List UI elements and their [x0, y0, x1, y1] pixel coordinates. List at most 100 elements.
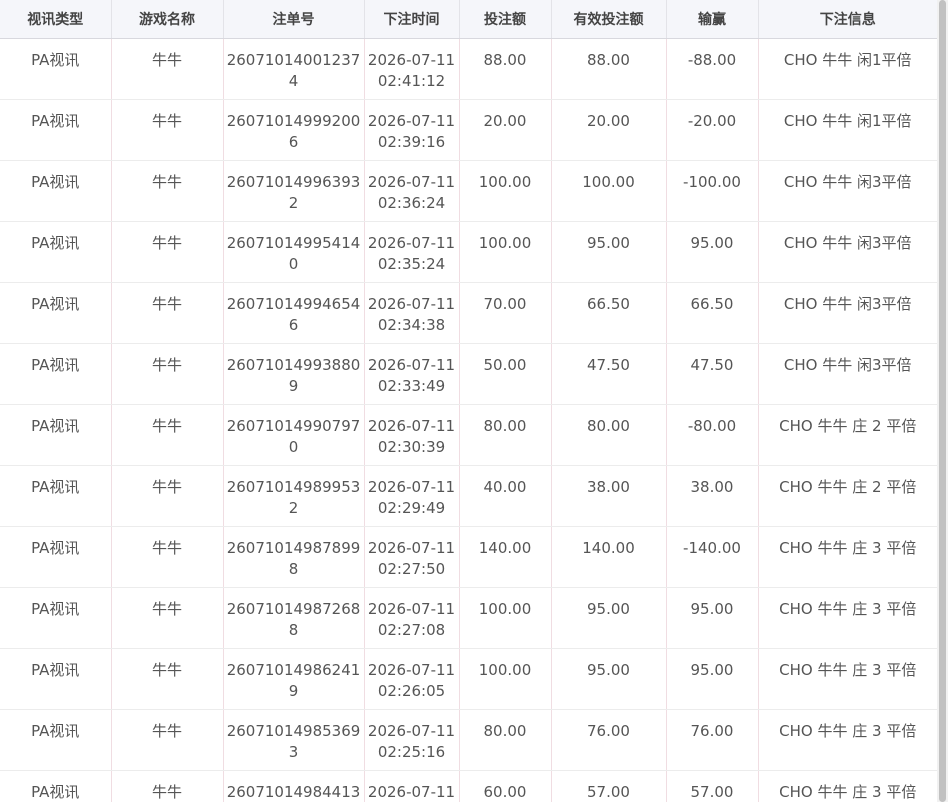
cell-valid-bet: 20.00: [551, 99, 667, 161]
cell-bet-id: 260710149946546: [223, 282, 365, 344]
cell-bet-time-text: 2026-07-11 02:41:12: [367, 51, 456, 90]
cell-game-name: 牛牛: [111, 99, 224, 161]
table-row: PA视讯 牛牛 260710149907970 2026-07-11 02:30:39…: [0, 404, 937, 466]
cell-game-name: 牛牛: [111, 282, 224, 344]
cell-bet-info-text: CHO 牛牛 闲3平倍: [783, 356, 912, 374]
cell-bet-info: CHO 牛牛 闲3平倍: [758, 221, 937, 283]
cell-bet-amount: 20.00: [459, 99, 552, 161]
cell-video-type-text: PA视讯: [31, 478, 80, 496]
cell-valid-bet: 80.00: [551, 404, 667, 466]
cell-video-type: PA视讯: [0, 709, 112, 771]
cell-bet-info: CHO 牛牛 庄 3 平倍: [758, 587, 937, 649]
bet-records-table-container: 视讯类型 游戏名称 注单号 下注时间 投注额 有效投注额 输赢 下注信息 PA视…: [0, 0, 937, 802]
cell-game-name: 牛牛: [111, 465, 224, 527]
cell-bet-amount-text: 60.00: [483, 783, 527, 801]
cell-video-type-text: PA视讯: [31, 722, 80, 740]
cell-valid-bet-text: 95.00: [587, 600, 630, 618]
cell-bet-amount: 100.00: [459, 587, 552, 649]
cell-game-name: 牛牛: [111, 526, 224, 588]
cell-bet-id-text: 260710149954140: [226, 234, 361, 273]
cell-win-loss-text: 47.50: [690, 356, 734, 374]
cell-video-type: PA视讯: [0, 587, 112, 649]
cell-video-type: PA视讯: [0, 38, 112, 100]
cell-valid-bet-text: 66.50: [587, 295, 630, 313]
cell-win-loss: 66.50: [666, 282, 759, 344]
cell-bet-time-text: 2026-07-11 02:26:05: [367, 661, 456, 700]
cell-bet-info-text: CHO 牛牛 闲1平倍: [783, 51, 912, 69]
cell-bet-info-text: CHO 牛牛 庄 2 平倍: [779, 417, 917, 435]
cell-game-name-text: 牛牛: [151, 539, 182, 557]
cell-bet-id: 260710149992006: [223, 99, 365, 161]
cell-valid-bet-text: 20.00: [587, 112, 630, 130]
cell-valid-bet: 140.00: [551, 526, 667, 588]
cell-game-name: 牛牛: [111, 343, 224, 405]
cell-bet-time: 2026-07-11 02:29:49: [364, 465, 460, 527]
cell-bet-time: 2026-07-11: [364, 770, 460, 802]
cell-bet-amount-text: 50.00: [483, 356, 527, 374]
cell-bet-id: 260710149938809: [223, 343, 365, 405]
cell-video-type-text: PA视讯: [31, 173, 80, 191]
bet-records-table: 视讯类型 游戏名称 注单号 下注时间 投注额 有效投注额 输赢 下注信息 PA视…: [0, 0, 937, 802]
cell-game-name-text: 牛牛: [151, 722, 182, 740]
cell-game-name: 牛牛: [111, 221, 224, 283]
cell-win-loss-text: 66.50: [690, 295, 734, 313]
cell-bet-info: CHO 牛牛 庄 2 平倍: [758, 404, 937, 466]
cell-bet-info: CHO 牛牛 庄 3 平倍: [758, 770, 937, 802]
cell-bet-info: CHO 牛牛 闲3平倍: [758, 343, 937, 405]
cell-bet-info: CHO 牛牛 闲1平倍: [758, 99, 937, 161]
cell-bet-amount: 100.00: [459, 221, 552, 283]
column-header-bet-time: 下注时间: [364, 0, 460, 39]
column-header-bet-info: 下注信息: [758, 0, 937, 39]
cell-bet-amount-text: 88.00: [483, 51, 527, 69]
cell-win-loss-text: 95.00: [690, 600, 734, 618]
cell-win-loss: 38.00: [666, 465, 759, 527]
vertical-scrollbar[interactable]: [937, 0, 948, 802]
cell-bet-amount-text: 100.00: [478, 600, 532, 618]
cell-valid-bet: 100.00: [551, 160, 667, 222]
cell-bet-time-text: 2026-07-11 02:30:39: [367, 417, 456, 456]
cell-bet-id-text: 260710149878998: [226, 539, 361, 578]
cell-valid-bet-text: 57.00: [587, 783, 630, 801]
cell-bet-amount: 80.00: [459, 404, 552, 466]
cell-video-type: PA视讯: [0, 221, 112, 283]
cell-bet-amount: 40.00: [459, 465, 552, 527]
cell-bet-info-text: CHO 牛牛 闲1平倍: [783, 112, 912, 130]
cell-bet-time-text: 2026-07-11 02:27:08: [367, 600, 456, 639]
cell-game-name-text: 牛牛: [151, 234, 182, 252]
cell-bet-id: 260710149862419: [223, 648, 365, 710]
cell-win-loss-text: -80.00: [687, 417, 737, 435]
cell-bet-time-text: 2026-07-11 02:27:50: [367, 539, 456, 578]
cell-game-name: 牛牛: [111, 770, 224, 802]
cell-valid-bet: 95.00: [551, 648, 667, 710]
table-row: PA视讯 牛牛 26071014984413 2026-07-11 60.00 57.00…: [0, 770, 937, 802]
cell-video-type-text: PA视讯: [31, 356, 80, 374]
table-row: PA视讯 牛牛 260710149853693 2026-07-11 02:25:16…: [0, 709, 937, 771]
cell-game-name-text: 牛牛: [151, 173, 182, 191]
cell-bet-info-text: CHO 牛牛 庄 3 平倍: [779, 661, 917, 679]
cell-video-type-text: PA视讯: [31, 295, 80, 313]
cell-bet-id: 260710149899532: [223, 465, 365, 527]
cell-win-loss: 76.00: [666, 709, 759, 771]
cell-bet-info: CHO 牛牛 闲3平倍: [758, 160, 937, 222]
header-row: 视讯类型 游戏名称 注单号 下注时间 投注额 有效投注额 输赢 下注信息: [0, 0, 937, 39]
cell-bet-id-text: 260710149872688: [226, 600, 361, 639]
cell-win-loss: 57.00: [666, 770, 759, 802]
cell-bet-info-text: CHO 牛牛 庄 2 平倍: [779, 478, 917, 496]
cell-bet-id: 260710149954140: [223, 221, 365, 283]
scrollbar-thumb[interactable]: [939, 0, 946, 802]
cell-bet-time-text: 2026-07-11 02:33:49: [367, 356, 456, 395]
cell-bet-amount: 140.00: [459, 526, 552, 588]
cell-game-name: 牛牛: [111, 160, 224, 222]
cell-valid-bet: 88.00: [551, 38, 667, 100]
cell-bet-time: 2026-07-11 02:33:49: [364, 343, 460, 405]
cell-valid-bet: 66.50: [551, 282, 667, 344]
cell-win-loss-text: 95.00: [690, 234, 734, 252]
cell-bet-info-text: CHO 牛牛 庄 3 平倍: [779, 783, 917, 801]
cell-win-loss-text: 95.00: [690, 661, 734, 679]
cell-bet-info: CHO 牛牛 闲3平倍: [758, 282, 937, 344]
cell-bet-time-text: 2026-07-11 02:25:16: [367, 722, 456, 761]
table-row: PA视讯 牛牛 260710149938809 2026-07-11 02:33:49…: [0, 343, 937, 405]
cell-win-loss-text: -100.00: [683, 173, 741, 191]
cell-bet-id: 26071014984413: [223, 770, 365, 802]
cell-bet-info: CHO 牛牛 庄 2 平倍: [758, 465, 937, 527]
